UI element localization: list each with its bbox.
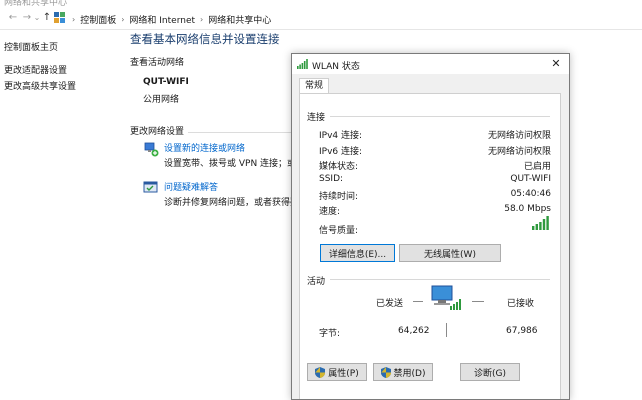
up-arrow-icon[interactable]: ↑: [40, 11, 54, 25]
signal-quality-label: 信号质量:: [319, 226, 359, 236]
ipv6-value: 无网络访问权限: [487, 147, 551, 157]
disable-button[interactable]: 禁用(D): [373, 363, 433, 381]
change-settings-heading: 更改网络设置: [130, 124, 189, 137]
properties-button-label: 属性(P): [328, 368, 359, 379]
ipv4-value: 无网络访问权限: [487, 131, 551, 141]
sidebar: 控制面板主页 更改适配器设置 更改高级共享设置: [0, 30, 122, 398]
troubleshoot-icon: [143, 181, 158, 193]
uac-shield-icon: [315, 366, 326, 378]
sidebar-item-control-panel-home[interactable]: 控制面板主页: [4, 40, 58, 53]
sidebar-item-change-adapter-settings[interactable]: 更改适配器设置: [4, 63, 67, 76]
duration-label: 持续时间:: [319, 192, 359, 202]
breadcrumb-control-panel[interactable]: 控制面板: [80, 13, 116, 26]
new-connection-icon: [144, 142, 159, 157]
duration-value: 05:40:46: [510, 189, 551, 199]
dialog-title: WLAN 状态: [312, 62, 360, 72]
back-arrow-icon[interactable]: ←: [6, 11, 20, 25]
diagnose-button-label: 诊断(G): [474, 368, 506, 379]
troubleshoot-link[interactable]: 问题疑难解答: [164, 180, 218, 193]
received-line: [472, 301, 484, 302]
group-divider: [330, 116, 550, 117]
group-divider: [330, 279, 550, 280]
setup-new-connection-desc: 设置宽带、拨号或 VPN 连接；或设置: [164, 159, 292, 169]
properties-button[interactable]: 属性(P): [307, 363, 367, 381]
breadcrumb-network-sharing-center[interactable]: 网络和共享中心: [208, 13, 271, 26]
activity-group-label: 活动: [307, 277, 326, 287]
troubleshoot-desc: 诊断并修复网络问题，或者获得疑难解: [164, 198, 292, 208]
diagnose-button[interactable]: 诊断(G): [460, 363, 520, 381]
active-networks-heading: 查看活动网络: [130, 58, 185, 68]
network-name: QUT-WIFI: [143, 77, 189, 87]
network-activity-icon: [431, 285, 461, 310]
breadcrumb-network-internet[interactable]: 网络和 Internet: [129, 13, 195, 26]
page-title: 查看基本网络信息并设置连接: [130, 32, 280, 46]
bytes-received-value: 67,986: [506, 326, 538, 336]
bytes-label: 字节:: [319, 329, 341, 339]
ssid-label: SSID:: [319, 174, 344, 184]
network-type: 公用网络: [143, 95, 180, 105]
control-panel-icon: [54, 12, 65, 23]
ssid-value: QUT-WIFI: [510, 174, 551, 184]
wireless-properties-label: 无线属性(W): [424, 249, 476, 260]
details-button[interactable]: 详细信息(E)...: [320, 244, 395, 262]
window-title-strip: 网络和共享中心: [0, 0, 642, 8]
disable-button-label: 禁用(D): [393, 368, 426, 379]
wlan-status-dialog: WLAN 状态 ✕ 常规 连接 IPv4 连接: 无网络访问权限 IPv6 连接…: [291, 53, 570, 400]
close-icon[interactable]: ✕: [549, 56, 563, 72]
ipv4-label: IPv4 连接:: [319, 131, 363, 141]
details-button-label: 详细信息(E)...: [328, 249, 387, 260]
breadcrumb-separator-icon[interactable]: ›: [121, 15, 124, 24]
media-state-label: 媒体状态:: [319, 162, 359, 172]
sent-line: [413, 301, 423, 302]
breadcrumb: › 控制面板 › 网络和 Internet › 网络和共享中心: [72, 12, 271, 26]
breadcrumb-separator-icon[interactable]: ›: [200, 15, 203, 24]
ipv6-label: IPv6 连接:: [319, 147, 363, 157]
received-label: 已接收: [507, 299, 535, 309]
general-panel: 连接 IPv4 连接: 无网络访问权限 IPv6 连接: 无网络访问权限 媒体状…: [299, 93, 561, 399]
uac-shield-icon: [380, 366, 391, 378]
bytes-sent-value: 64,262: [398, 326, 430, 336]
media-state-value: 已启用: [523, 162, 551, 172]
sent-label: 已发送: [376, 299, 404, 309]
wifi-signal-icon: [297, 59, 308, 69]
connection-group-label: 连接: [307, 113, 326, 123]
address-bar: ← → ⌄ ↑ › 控制面板 › 网络和 Internet › 网络和共享中心: [0, 9, 642, 30]
window-title: 网络和共享中心: [4, 0, 68, 8]
wireless-properties-button[interactable]: 无线属性(W): [399, 244, 501, 262]
speed-value: 58.0 Mbps: [504, 204, 551, 214]
bytes-divider: [446, 323, 447, 337]
dialog-title-bar[interactable]: WLAN 状态 ✕: [292, 54, 569, 74]
setup-new-connection-link[interactable]: 设置新的连接或网络: [164, 141, 245, 154]
tab-general[interactable]: 常规: [299, 78, 329, 94]
speed-label: 速度:: [319, 207, 341, 217]
breadcrumb-separator-icon[interactable]: ›: [72, 15, 75, 24]
sidebar-item-change-advanced-sharing[interactable]: 更改高级共享设置: [4, 79, 76, 92]
signal-strength-icon: [532, 216, 549, 230]
